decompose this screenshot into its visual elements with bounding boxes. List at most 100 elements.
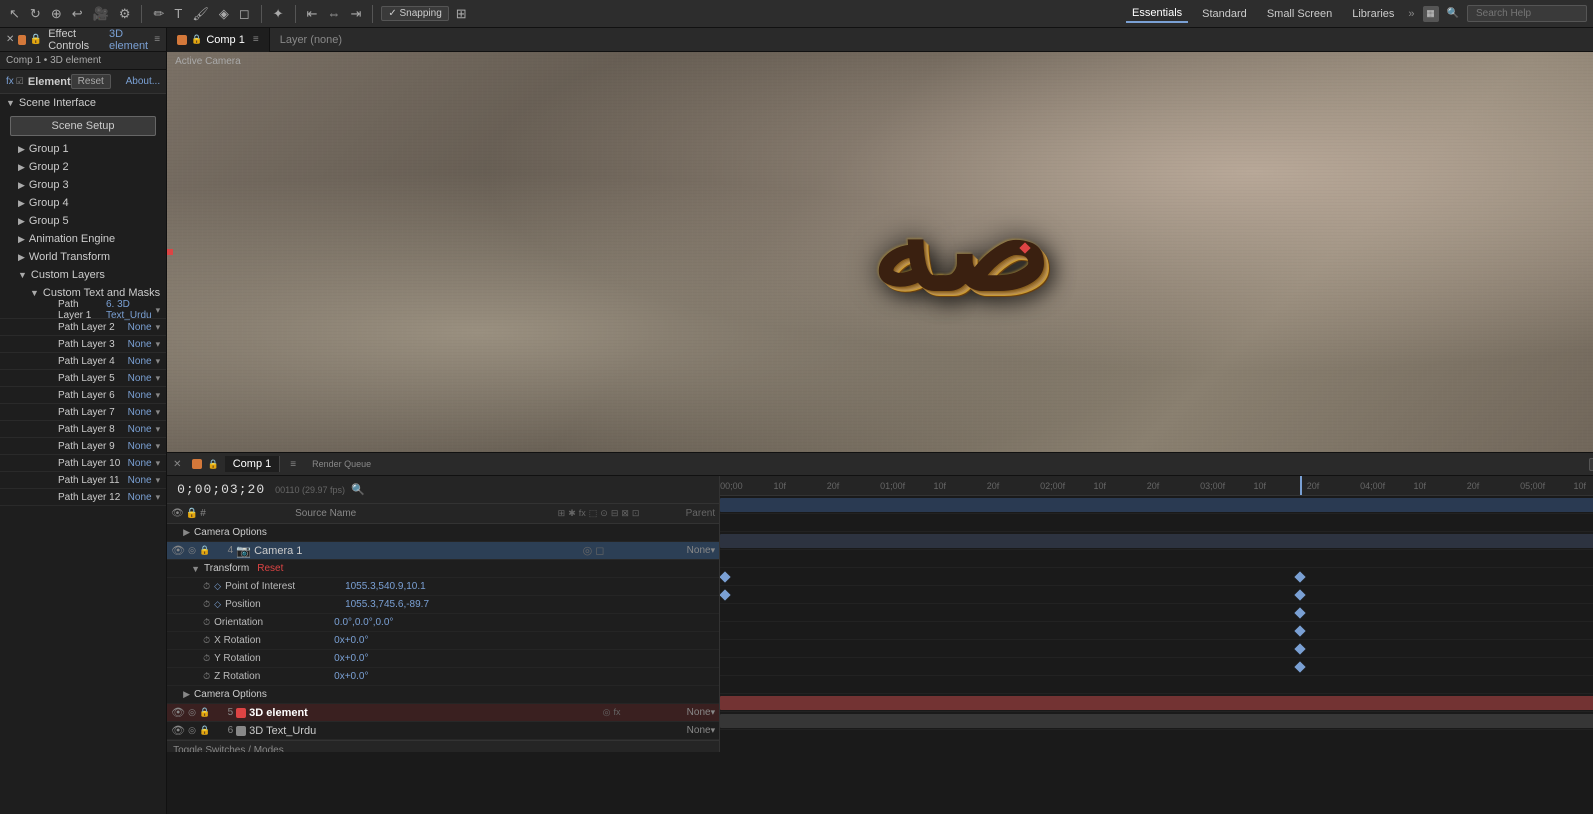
camera-parent-dropdown[interactable]: ▾: [711, 545, 716, 556]
yrot-row[interactable]: ⏱ Y Rotation 0x+0.0°: [167, 650, 719, 668]
kf-diamond-9-0[interactable]: [1294, 661, 1305, 672]
transform-reset[interactable]: Reset: [257, 563, 283, 574]
kf-diamond-7-0[interactable]: [1294, 625, 1305, 636]
snapping-button[interactable]: ✓ Snapping: [381, 6, 448, 21]
path-layer-11-value[interactable]: None: [128, 475, 152, 486]
path-layer-10-dropdown[interactable]: ▾: [156, 458, 161, 469]
arrow-tool[interactable]: ↖: [6, 6, 23, 22]
custom-layers-item[interactable]: ▼ Custom Layers: [0, 266, 166, 284]
transform-row[interactable]: ▼ Transform Reset: [167, 560, 719, 578]
orientation-row[interactable]: ⏱ Orientation 0.0°,0.0°,0.0°: [167, 614, 719, 632]
group-1-item[interactable]: ▶Group 1: [0, 140, 166, 158]
kf-diamond-4-1[interactable]: [1294, 571, 1305, 582]
tl-tab-comp[interactable]: Comp 1: [225, 456, 281, 472]
search-input[interactable]: [1467, 5, 1587, 22]
3d-elem-parent-dropdown[interactable]: ▾: [711, 707, 716, 718]
eraser-tool[interactable]: ◻: [236, 6, 253, 22]
rotate-tool[interactable]: ↻: [27, 6, 44, 22]
poi-row[interactable]: ⏱ ◇ Point of Interest 1055.3,540.9,10.1: [167, 578, 719, 596]
workspace-libraries[interactable]: Libraries: [1346, 6, 1400, 22]
xrot-row[interactable]: ⏱ X Rotation 0x+0.0°: [167, 632, 719, 650]
path-layer-5-row[interactable]: Path Layer 5 None ▾: [0, 370, 166, 387]
clone-tool[interactable]: ◈: [216, 6, 232, 22]
reset-button[interactable]: Reset: [71, 74, 111, 89]
path-layer-9-value[interactable]: None: [128, 441, 152, 452]
animation-engine-item[interactable]: ▶Animation Engine: [0, 230, 166, 248]
panel-menu-icon[interactable]: ≡: [154, 34, 160, 45]
workspace-essentials[interactable]: Essentials: [1126, 5, 1188, 23]
path-layer-12-value[interactable]: None: [128, 492, 152, 503]
path-layer-10-value[interactable]: None: [128, 458, 152, 469]
camera-options-2[interactable]: ▶ Camera Options: [167, 686, 719, 704]
kf-diamond-5-1[interactable]: [1294, 589, 1305, 600]
text-tool[interactable]: T: [171, 6, 185, 21]
playhead[interactable]: [1300, 476, 1302, 495]
workspace-standard[interactable]: Standard: [1196, 6, 1253, 22]
group-3-item[interactable]: ▶Group 3: [0, 176, 166, 194]
orient-value[interactable]: 0.0°,0.0°,0.0°: [334, 617, 393, 628]
path-layer-9-dropdown[interactable]: ▾: [156, 441, 161, 452]
group-2-item[interactable]: ▶Group 2: [0, 158, 166, 176]
brush-tool[interactable]: 🖌: [189, 6, 212, 22]
path-layer-8-row[interactable]: Path Layer 8 None ▾: [0, 421, 166, 438]
camera-options-collapsed[interactable]: ▶ Camera Options: [167, 524, 719, 542]
position-row[interactable]: ⏱ ◇ Position 1055.3,745.6,-89.7: [167, 596, 719, 614]
3d-text-parent-dropdown[interactable]: ▾: [711, 725, 716, 736]
path-layer-2-value[interactable]: None: [128, 322, 152, 333]
path-layer-6-value[interactable]: None: [128, 390, 152, 401]
puppet-tool[interactable]: ✦: [270, 6, 287, 22]
kf-diamond-6-0[interactable]: [1294, 607, 1305, 618]
path-layer-6-dropdown[interactable]: ▾: [156, 390, 161, 401]
kf-diamond-4-0[interactable]: [720, 571, 731, 582]
grid-tool[interactable]: ⊞: [453, 6, 470, 22]
render-queue-tab[interactable]: Render Queue: [312, 459, 371, 469]
3d-text-layer-row[interactable]: 👁 ◎ 🔒 6 3D Text_Urdu None ▾: [167, 722, 719, 740]
path-layer-7-row[interactable]: Path Layer 7 None ▾: [0, 404, 166, 421]
kf-diamond-5-0[interactable]: [720, 589, 731, 600]
poi-value[interactable]: 1055.3,540.9,10.1: [345, 581, 426, 592]
camera-layer-row[interactable]: 👁 ◎ 🔒 4 📷 Camera 1 ◎ ◻ None: [167, 542, 719, 560]
zrot-value[interactable]: 0x+0.0°: [334, 671, 368, 682]
tl-close-icon[interactable]: ✕: [173, 459, 181, 470]
close-button[interactable]: ✕: [6, 34, 14, 45]
path-layer-11-dropdown[interactable]: ▾: [156, 475, 161, 486]
world-transform-item[interactable]: ▶World Transform: [0, 248, 166, 266]
group-4-item[interactable]: ▶Group 4: [0, 194, 166, 212]
zoom-tool[interactable]: ⊕: [48, 6, 65, 22]
path-layer-3-dropdown[interactable]: ▾: [156, 339, 161, 350]
camera-tool[interactable]: 🎥: [90, 6, 112, 22]
undo-tool[interactable]: ↩: [69, 6, 86, 22]
comp-tab[interactable]: 🔒 Comp 1 ≡: [167, 28, 270, 52]
tl-tab-menu[interactable]: ≡: [290, 459, 296, 470]
3d-elem-eye-icon[interactable]: 👁: [171, 706, 185, 719]
comp-menu-icon[interactable]: ≡: [253, 34, 259, 45]
pen-tool[interactable]: ✏: [150, 6, 167, 22]
path-layer-9-row[interactable]: Path Layer 9 None ▾: [0, 438, 166, 455]
3d-element-layer-row[interactable]: 👁 ◎ 🔒 5 3D element ◎ fx None ▾: [167, 704, 719, 722]
tl-search-icon[interactable]: 🔍: [351, 483, 365, 496]
path-layer-7-value[interactable]: None: [128, 407, 152, 418]
path-layer-4-row[interactable]: Path Layer 4 None ▾: [0, 353, 166, 370]
scene-interface-item[interactable]: ▼ Scene Interface: [0, 94, 166, 112]
camera-eye-icon[interactable]: 👁: [171, 544, 185, 557]
path-layer-5-value[interactable]: None: [128, 373, 152, 384]
path-layer-8-value[interactable]: None: [128, 424, 152, 435]
align-left[interactable]: ⇤: [304, 6, 321, 22]
path-layer-1-value[interactable]: 6. 3D Text_Urdu: [106, 299, 152, 321]
align-right[interactable]: ⇥: [347, 6, 364, 22]
path-layer-8-dropdown[interactable]: ▾: [156, 424, 161, 435]
group-5-item[interactable]: ▶Group 5: [0, 212, 166, 230]
tl-btn-1[interactable]: ⊞: [1589, 458, 1593, 471]
path-layer-6-row[interactable]: Path Layer 6 None ▾: [0, 387, 166, 404]
path-layer-12-row[interactable]: Path Layer 12 None ▾: [0, 489, 166, 506]
align-center[interactable]: ⇔: [324, 6, 343, 21]
about-link[interactable]: About...: [126, 76, 160, 87]
path-layer-4-value[interactable]: None: [128, 356, 152, 367]
path-layer-3-row[interactable]: Path Layer 3 None ▾: [0, 336, 166, 353]
path-layer-1-dropdown[interactable]: ▾: [156, 305, 161, 316]
toggle-switches-btn[interactable]: Toggle Switches / Modes: [167, 740, 719, 752]
zrot-row[interactable]: ⏱ Z Rotation 0x+0.0°: [167, 668, 719, 686]
path-layer-7-dropdown[interactable]: ▾: [156, 407, 161, 418]
gear-tool[interactable]: ⚙: [116, 6, 134, 22]
path-layer-12-dropdown[interactable]: ▾: [156, 492, 161, 503]
